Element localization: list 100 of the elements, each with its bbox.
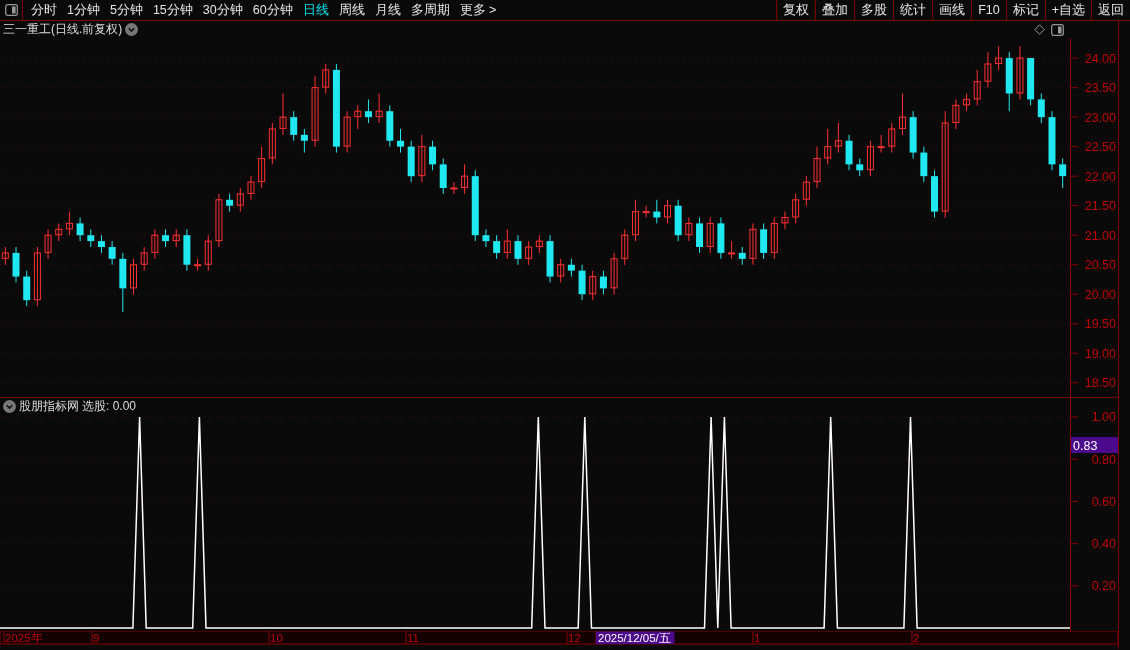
period-tab[interactable]: 15分钟 [147, 0, 198, 20]
indicator-reading: 选股: 0.00 [82, 398, 137, 415]
candle [888, 122, 896, 154]
candle [1037, 93, 1045, 124]
candle [418, 134, 426, 183]
period-tab[interactable]: 更多 > [454, 0, 502, 20]
candle [439, 157, 447, 195]
axis-label: 0.20 [1091, 579, 1116, 594]
candle [55, 222, 63, 242]
candle [429, 140, 437, 171]
date-label: 2025/12/05/五 [598, 632, 671, 644]
candle [108, 240, 116, 266]
date-label: 2025年 [5, 632, 43, 644]
candle [728, 240, 736, 260]
candle [738, 246, 746, 266]
candle [834, 122, 842, 154]
candle [140, 246, 148, 272]
period-tab[interactable]: 1分钟 [62, 0, 105, 20]
panel-icon[interactable] [1051, 23, 1064, 36]
candle [685, 217, 693, 242]
axis-label: 22.50 [1084, 140, 1116, 155]
candle [973, 69, 981, 106]
diamond-icon[interactable] [1034, 24, 1045, 35]
candle [717, 217, 725, 260]
period-tab[interactable]: 月线 [369, 0, 406, 20]
candle [1027, 57, 1035, 106]
candle [130, 258, 137, 295]
candle [1016, 45, 1024, 100]
candle [1, 246, 9, 266]
axis-label: 23.00 [1084, 110, 1116, 125]
dropdown-icon[interactable] [3, 400, 16, 413]
candle [963, 93, 971, 112]
candle [76, 217, 84, 242]
candle [514, 234, 522, 266]
candle [642, 205, 650, 218]
period-tab[interactable]: 日线 [297, 0, 334, 20]
panel-toggle-icon[interactable] [4, 4, 18, 16]
axis-label: 0.80 [1091, 452, 1116, 467]
candle [770, 217, 778, 260]
candle [856, 157, 864, 177]
candle [664, 199, 671, 224]
axis-label: 23.50 [1084, 81, 1116, 96]
candle [268, 122, 276, 165]
candle [151, 228, 159, 260]
candle [33, 246, 41, 307]
candle [781, 211, 789, 230]
chart-title: 三一重工(日线.前复权) [3, 21, 123, 38]
period-tab[interactable]: 60分钟 [247, 0, 298, 20]
cursor-value-badge [1071, 437, 1118, 453]
candle [706, 217, 714, 254]
candle [866, 140, 874, 177]
candle [119, 252, 127, 313]
period-tab[interactable]: 多周期 [405, 0, 455, 20]
candle [1048, 110, 1056, 171]
cursor-value: 0.83 [1073, 438, 1098, 453]
date-label: 2 [913, 632, 920, 644]
axis-label: 19.50 [1084, 317, 1116, 332]
axis-label: 19.00 [1084, 346, 1116, 361]
candle [322, 63, 330, 94]
candle [920, 146, 928, 183]
candle [952, 98, 960, 130]
candle [172, 228, 180, 248]
axis-label: 18.50 [1084, 376, 1116, 391]
candle [674, 199, 682, 242]
candle [503, 228, 511, 260]
candle [397, 128, 404, 154]
candle [802, 175, 810, 207]
indicator-title: 股朋指标网 [19, 398, 79, 415]
candle [599, 270, 607, 295]
candle [23, 270, 31, 307]
period-tab[interactable]: 30分钟 [197, 0, 248, 20]
candle [290, 110, 298, 142]
candle [343, 110, 351, 154]
candle [567, 258, 575, 278]
candle [258, 146, 266, 189]
date-label: 10 [270, 632, 283, 644]
candle [482, 228, 490, 248]
candle [386, 104, 394, 148]
period-tab[interactable]: 周线 [333, 0, 370, 20]
candle [204, 234, 212, 272]
period-tab[interactable]: 分时 [26, 0, 62, 20]
candle [760, 222, 768, 260]
candle [589, 270, 597, 301]
axis-label: 20.00 [1084, 287, 1116, 302]
candle [194, 258, 202, 272]
candle [995, 45, 1003, 71]
date-label: 11 [407, 632, 419, 644]
axis-label: 21.50 [1084, 199, 1116, 214]
candle [653, 199, 661, 224]
candle [621, 228, 629, 266]
candle [97, 234, 105, 254]
candle [824, 128, 832, 165]
candle [557, 258, 565, 283]
candle [354, 104, 362, 130]
candle [215, 193, 223, 248]
dropdown-icon[interactable] [125, 23, 139, 36]
candle [525, 240, 533, 266]
candle [696, 217, 704, 254]
period-tab[interactable]: 5分钟 [104, 0, 148, 20]
candle [931, 169, 938, 218]
